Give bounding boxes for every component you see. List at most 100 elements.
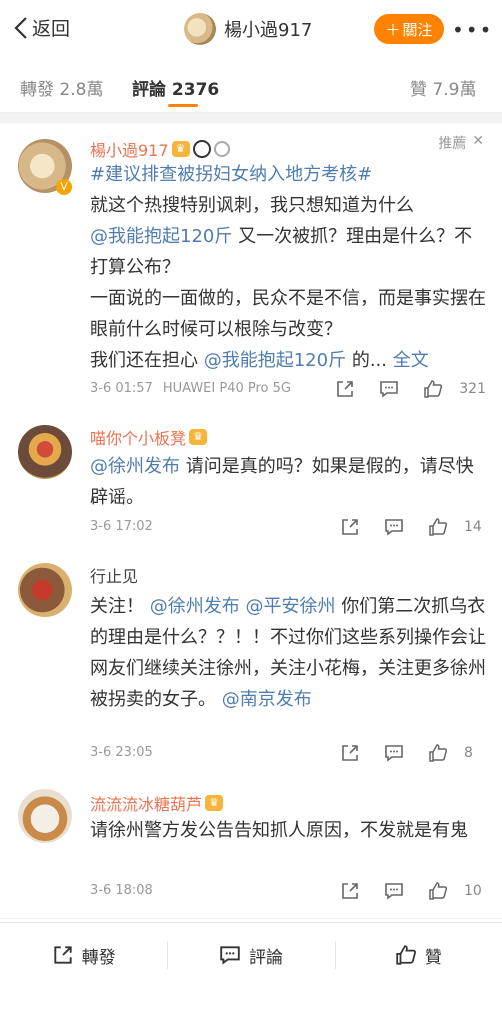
bottom-like-button[interactable]: 贊 [334, 923, 502, 987]
text-segment: 的... [351, 350, 387, 371]
comment-author-name: 流流流冰糖葫芦 [90, 795, 203, 814]
comment-icon [380, 381, 399, 398]
like-button[interactable] [411, 377, 455, 401]
chevron-left-icon [14, 16, 27, 39]
mention-link[interactable]: @平安徐州 [245, 596, 335, 617]
bottom-comment-label: 評論 [248, 947, 283, 968]
tab-repost[interactable]: 轉發 2.8萬 [20, 75, 103, 100]
repost-button[interactable] [328, 515, 372, 539]
like-button[interactable] [416, 515, 460, 539]
text-segment: 我们还在担心 [90, 350, 198, 371]
like-count: 8 [464, 745, 473, 761]
panda-badge-icon [192, 140, 211, 158]
tab-bar: 轉發 2.8萬 評論 2376 贊 7.9萬 [0, 58, 502, 113]
text-segment: 一面说的一面做的，民众不是不信，而是事实摆在眼前什么时候可以根除与改变？ [90, 288, 486, 340]
text-segment: 关注！ [90, 596, 144, 617]
like-button[interactable] [416, 741, 460, 765]
vip-badge-icon: ♛ [171, 141, 190, 157]
bottom-repost-button[interactable]: 轉發 [0, 923, 167, 987]
comment-item: 喵你个小板凳 ♛ @徐州发布 请问是真的吗？如果是假的，请尽快辟谣。 3-6 1… [0, 411, 502, 550]
comment-text: #建议排查被拐妇女纳入地方考核# 就这个热搜特别讽刺，我只想知道为什么 @我能抱… [90, 159, 486, 376]
repost-button[interactable] [323, 377, 367, 401]
repost-button[interactable] [328, 879, 372, 903]
repost-icon [337, 381, 354, 397]
comment-actions: 14 [328, 515, 486, 539]
avatar[interactable] [18, 789, 72, 843]
home-indicator-area [0, 986, 502, 1024]
full-text-link[interactable]: 全文 [393, 350, 429, 371]
comment-text: 请徐州警方发公告告知抓人原因，不发就是有鬼 [90, 815, 486, 846]
mention-link[interactable]: @南京发布 [222, 689, 312, 710]
bottom-like-label: 贊 [424, 947, 442, 968]
comment-author[interactable]: 楊小過917 ♛ [90, 137, 230, 161]
like-button[interactable] [416, 879, 460, 903]
bottom-repost-label: 轉發 [81, 947, 116, 968]
comment-time: 3-6 17:02 [90, 519, 153, 534]
comment-author[interactable]: 流流流冰糖葫芦 ♛ [90, 791, 224, 815]
vip-badge-icon: ♛ [189, 429, 208, 445]
follow-label: 關注 [402, 20, 433, 39]
active-tab-indicator [168, 104, 198, 107]
comment-actions: 8 [328, 741, 486, 765]
comment-author-name: 喵你个小板凳 [90, 429, 187, 448]
avatar[interactable] [18, 563, 72, 617]
text-segment: 请徐州警方发公告告知抓人原因，不发就是有鬼 [90, 820, 468, 841]
close-icon[interactable]: ✕ [472, 133, 484, 153]
repost-icon [342, 745, 358, 761]
repost-icon [54, 946, 72, 964]
comment-author-name: 行止见 [90, 567, 139, 586]
comment-item: 行止见 关注！ @徐州发布 @平安徐州 你们第二次抓乌衣的理由是什么？？！！不过… [0, 549, 502, 778]
mention-link[interactable]: @我能抱起120斤 [90, 226, 232, 247]
avatar[interactable] [184, 13, 216, 45]
thumbs-up-icon [429, 744, 448, 762]
verified-icon: V [56, 179, 72, 195]
recommend-label[interactable]: 推薦 ✕ [438, 133, 484, 153]
mention-link[interactable]: @徐州发布 [90, 456, 180, 477]
comment-time: 3-6 23:05 [90, 745, 153, 760]
comment-icon [385, 519, 403, 536]
vip-badge-icon: ♛ [205, 795, 224, 811]
comment-text: 关注！ @徐州发布 @平安徐州 你们第二次抓乌衣的理由是什么？？！！不过你们这些… [90, 591, 486, 715]
hashtag-link[interactable]: #建议排查被拐妇女纳入地方考核# [90, 164, 372, 185]
repost-icon [342, 519, 358, 535]
mention-link[interactable]: @我能抱起120斤 [204, 350, 346, 371]
comment-button[interactable] [372, 879, 416, 903]
follow-button[interactable]: ＋ 關注 [374, 14, 444, 44]
comment-button[interactable] [367, 377, 411, 401]
repost-button[interactable] [328, 741, 372, 765]
mention-link[interactable]: @徐州发布 [150, 596, 240, 617]
comment-author[interactable]: 行止见 [90, 563, 138, 587]
comment-button[interactable] [372, 741, 416, 765]
more-icon[interactable]: ••• [452, 18, 493, 42]
back-button[interactable]: 返回 [14, 14, 70, 41]
back-label: 返回 [32, 18, 71, 40]
avatar[interactable] [18, 425, 72, 479]
bottom-comment-button[interactable]: 評論 [167, 923, 334, 987]
comment-meta: 3-6 23:05 [90, 745, 153, 760]
comment-device: HUAWEI P40 Pro 5G [162, 381, 291, 396]
thumbs-up-icon [424, 380, 443, 398]
like-count: 10 [464, 883, 482, 899]
comment-item: 流流流冰糖葫芦 ♛ 请徐州警方发公告告知抓人原因，不发就是有鬼 3-6 18:0… [0, 777, 502, 919]
section-divider [0, 113, 502, 123]
author-name: 楊小過917 [224, 20, 313, 41]
repost-icon [342, 883, 358, 899]
top-nav-bar: 返回 楊小過917 ＋ 關注 ••• [0, 0, 502, 58]
tab-comments[interactable]: 評論 2376 [132, 75, 219, 100]
comment-item: V 楊小過917 ♛ 推薦 ✕ #建议排查被拐妇女纳入地方考核# 就这个热搜特别… [0, 123, 502, 412]
comment-actions: 321 [323, 377, 486, 401]
like-count: 321 [459, 381, 486, 397]
comment-icon [220, 946, 240, 965]
plus-icon: ＋ [385, 20, 401, 39]
thumbs-up-icon [429, 518, 448, 536]
author-header[interactable]: 楊小過917 [184, 13, 312, 45]
comment-author[interactable]: 喵你个小板凳 ♛ [90, 425, 208, 449]
comment-meta: 3-6 18:08 [90, 883, 153, 898]
thumbs-up-icon [429, 882, 448, 900]
tab-likes[interactable]: 贊 7.9萬 [410, 75, 476, 100]
comment-meta: 3-6 01:57 HUAWEI P40 Pro 5G [90, 381, 291, 396]
comment-text: @徐州发布 请问是真的吗？如果是假的，请尽快辟谣。 [90, 451, 486, 513]
thumbs-up-icon [396, 945, 416, 965]
comment-button[interactable] [372, 515, 416, 539]
text-segment: 就这个热搜特别讽刺，我只想知道为什么 [90, 195, 414, 216]
